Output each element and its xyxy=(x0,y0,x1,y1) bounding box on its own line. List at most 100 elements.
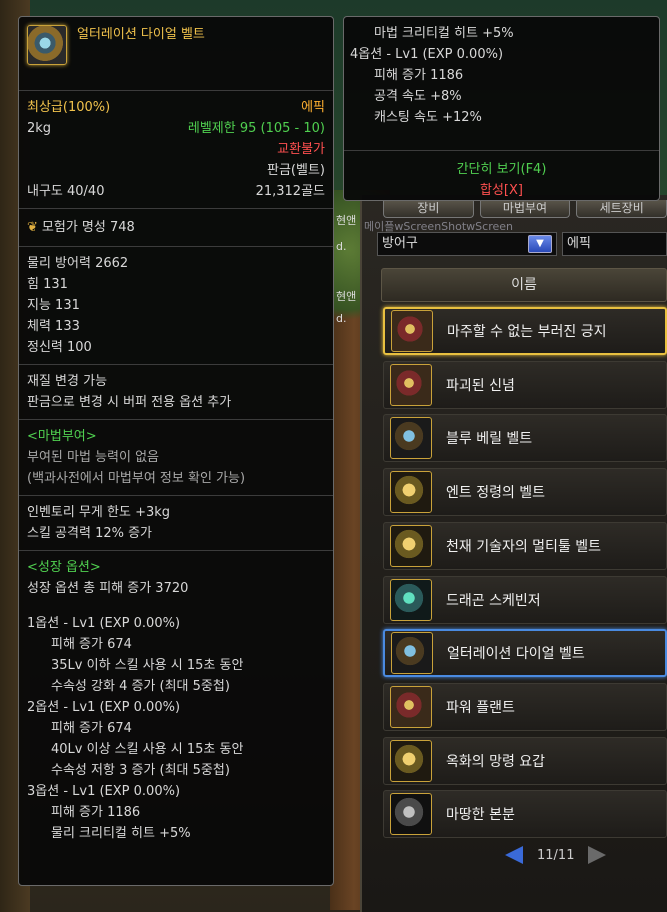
pagination: 11/11 xyxy=(505,842,635,868)
effect-line: 인벤토리 무게 한도 +3kg xyxy=(27,505,171,520)
prev-page-icon[interactable] xyxy=(505,846,523,864)
list-item-label: 천재 기술자의 멀티툴 벨트 xyxy=(446,538,602,555)
background-text: d. xyxy=(336,312,347,325)
grade: 최상급(100%) xyxy=(27,97,110,118)
item-type: 판금(벨트) xyxy=(267,163,325,178)
list-item-label: 블루 베릴 벨트 xyxy=(446,431,533,448)
chevron-down-icon[interactable]: ▼ xyxy=(528,235,552,253)
list-item[interactable]: 옥화의 망령 요갑 xyxy=(383,736,667,785)
page-indicator: 11/11 xyxy=(537,847,575,863)
item-name: 얼터레이션 다이얼 벨트 xyxy=(77,27,205,42)
weight: 2kg xyxy=(27,121,52,136)
list-item-label: 엔트 정령의 벨트 xyxy=(446,485,546,502)
list-item[interactable]: 천재 기술자의 멀티툴 벨트 xyxy=(383,521,667,570)
basic-info-section: 최상급(100%) 에픽 2kg 레벨제한 95 (105 - 10) 교환불가… xyxy=(19,91,333,209)
rarity-dropdown[interactable]: 에픽 xyxy=(562,232,667,256)
list-item[interactable]: 마땅한 본분 xyxy=(383,790,667,839)
tab-enchant[interactable]: 마법부여 xyxy=(479,200,571,218)
enchant-line: (백과사전에서 마법부여 정보 확인 가능) xyxy=(27,471,246,486)
belt-icon xyxy=(27,25,67,65)
background-text: d. xyxy=(336,240,347,253)
list-item[interactable]: 드래곤 스케빈저 xyxy=(383,575,667,624)
material-line: 재질 변경 가능 xyxy=(27,374,108,389)
column-header-name[interactable]: 이름 xyxy=(381,268,667,302)
effects-section: 인벤토리 무게 한도 +3kg 스킬 공격력 12% 증가 xyxy=(19,496,333,551)
combine-link[interactable]: 합성[X] xyxy=(344,180,659,201)
item-icon xyxy=(390,739,432,782)
grade-label: 최상급 xyxy=(27,100,63,115)
option-line: 35Lv 이하 스킬 사용 시 15초 동안 xyxy=(51,658,244,673)
trade-restriction: 교환불가 xyxy=(277,142,325,157)
enchant-line: 부여된 마법 능력이 없음 xyxy=(27,450,159,465)
tooltip-header: 얼터레이션 다이얼 벨트 xyxy=(19,17,333,91)
list-item[interactable]: 얼터레이션 다이얼 벨트 xyxy=(383,629,667,678)
effect-line: 스킬 공격력 12% 증가 xyxy=(27,526,153,541)
list-item-label: 파워 플랜트 xyxy=(446,699,515,716)
growth-title: <성장 옵션> xyxy=(27,560,101,575)
option-header: 4옵션 - Lv1 (EXP 0.00%) xyxy=(350,47,504,62)
next-page-icon[interactable] xyxy=(588,846,607,864)
item-icon xyxy=(391,632,433,675)
item-icon xyxy=(390,363,432,406)
grade-percent: (100%) xyxy=(62,100,111,115)
option-header: 3옵션 - Lv1 (EXP 0.00%) xyxy=(27,784,181,799)
list-item-label: 얼터레이션 다이얼 벨트 xyxy=(447,646,585,663)
option-line: 피해 증가 674 xyxy=(51,721,132,736)
stat-line: 피해 증가 1186 xyxy=(374,68,464,83)
list-item[interactable]: 블루 베릴 벨트 xyxy=(383,414,667,463)
option-line: 40Lv 이상 스킬 사용 시 15초 동안 xyxy=(51,742,244,757)
option-header: 1옵션 - Lv1 (EXP 0.00%) xyxy=(27,616,181,631)
background-text: 현앤 xyxy=(336,290,357,303)
item-icon xyxy=(391,310,433,352)
material-section: 재질 변경 가능 판금으로 변경 시 버퍼 전용 옵션 추가 xyxy=(19,365,333,420)
fame-value: 모험가 명성 748 xyxy=(41,220,135,235)
durability: 내구도 40/40 xyxy=(27,184,105,199)
fame-section: ❦ 모험가 명성 748 xyxy=(19,209,333,247)
tab-equipment[interactable]: 장비 xyxy=(383,200,474,218)
list-item-label: 옥화의 망령 요갑 xyxy=(446,753,546,770)
rarity-label: 에픽 xyxy=(301,100,325,115)
option-line: 물리 크리티컬 히트 +5% xyxy=(51,826,191,841)
growth-section: <성장 옵션> 성장 옵션 총 피해 증가 3720 1옵션 - Lv1 (EX… xyxy=(19,551,333,850)
item-icon xyxy=(390,793,432,836)
option-line: 피해 증가 674 xyxy=(51,637,132,652)
option-line: 수속성 저항 3 증가 (최대 5중첩) xyxy=(51,763,230,778)
item-icon xyxy=(390,685,432,728)
stats-section: 물리 방어력 2662 힘 131 지능 131 체력 133 정신력 100 xyxy=(19,247,333,365)
list-item[interactable]: 마주할 수 없는 부러진 긍지 xyxy=(383,307,667,355)
material-line: 판금으로 변경 시 버퍼 전용 옵션 추가 xyxy=(27,395,232,410)
price: 21,312골드 xyxy=(255,184,325,199)
list-item-label: 드래곤 스케빈저 xyxy=(446,592,541,609)
list-item-label: 마땅한 본분 xyxy=(446,807,515,824)
stat-line: 지능 131 xyxy=(27,298,80,313)
enchant-section: <마법부여> 부여된 마법 능력이 없음 (백과사전에서 마법부여 정보 확인 … xyxy=(19,420,333,496)
list-item[interactable]: 엔트 정령의 벨트 xyxy=(383,468,667,517)
stat-line: 물리 방어력 2662 xyxy=(27,256,129,271)
item-tooltip: 얼터레이션 다이얼 벨트 최상급(100%) 에픽 2kg 레벨제한 95 (1… xyxy=(18,16,334,886)
background-text: 현앤 xyxy=(336,214,357,227)
option-line: 수속성 강화 4 증가 (최대 5중첩) xyxy=(51,679,230,694)
item-icon xyxy=(390,417,432,460)
stat-line: 공격 속도 +8% xyxy=(374,89,462,104)
tooltip-continuation: 마법 크리티컬 히트 +5% 4옵션 - Lv1 (EXP 0.00%) 피해 … xyxy=(343,16,660,201)
level-requirement: 레벨제한 95 (105 - 10) xyxy=(187,121,325,136)
list-item-label: 파괴된 신념 xyxy=(446,377,515,394)
enchant-title: <마법부여> xyxy=(27,429,97,444)
item-icon xyxy=(390,471,432,514)
stat-line: 마법 크리티컬 히트 +5% xyxy=(374,26,514,41)
item-icon xyxy=(390,578,432,621)
list-tabs: 장비 마법부여 세트장비 xyxy=(383,200,667,218)
tab-set-equipment[interactable]: 세트장비 xyxy=(576,200,667,218)
option-line: 피해 증가 1186 xyxy=(51,805,141,820)
stat-line: 체력 133 xyxy=(27,319,80,334)
list-item[interactable]: 파워 플랜트 xyxy=(383,682,667,731)
stat-line: 캐스팅 속도 +12% xyxy=(374,110,482,125)
growth-total: 성장 옵션 총 피해 증가 3720 xyxy=(27,581,189,596)
stat-line: 정신력 100 xyxy=(27,340,92,355)
brief-view-link[interactable]: 간단히 보기(F4) xyxy=(344,159,659,180)
stat-line: 힘 131 xyxy=(27,277,68,292)
item-icon xyxy=(390,524,432,567)
list-item[interactable]: 파괴된 신념 xyxy=(383,360,667,409)
list-item-label: 마주할 수 없는 부러진 긍지 xyxy=(447,324,607,340)
option-header: 2옵션 - Lv1 (EXP 0.00%) xyxy=(27,700,181,715)
